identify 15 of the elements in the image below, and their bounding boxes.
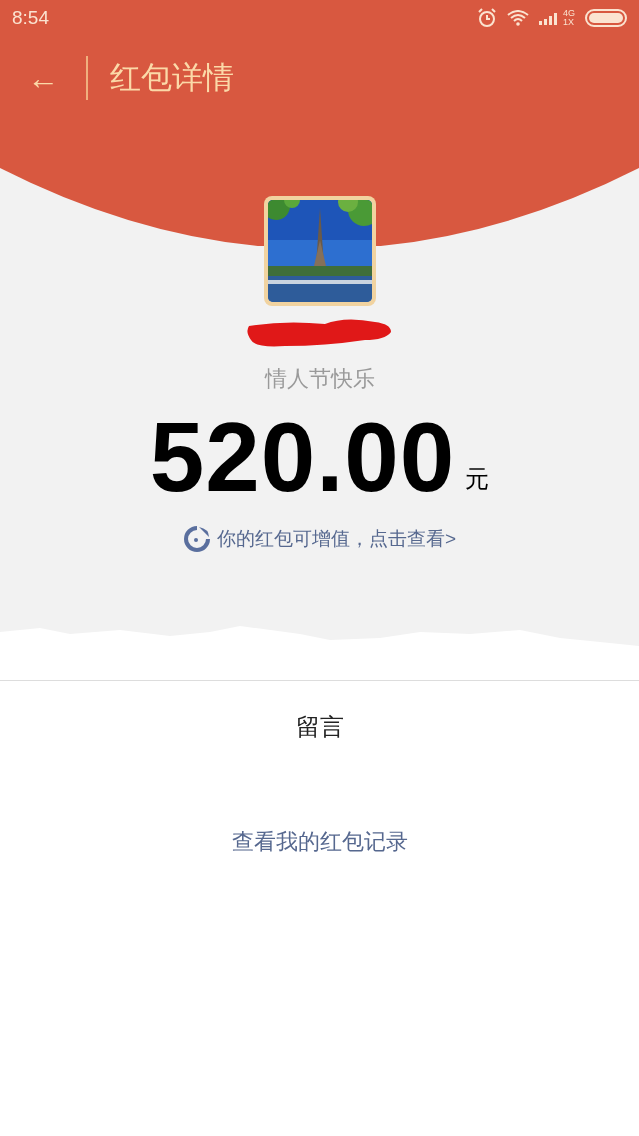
promo-link[interactable]: 你的红包可增值，点击查看> — [216, 525, 457, 554]
amount-value: 520.00 — [149, 407, 456, 507]
page-title: 红包详情 — [110, 58, 234, 97]
status-time: 8:54 — [12, 5, 49, 30]
amount-unit: 元 — [465, 464, 490, 494]
back-button[interactable]: ← — [0, 54, 86, 102]
signal-icon — [539, 11, 559, 25]
records-link[interactable]: 查看我的红包记录 — [231, 825, 408, 858]
greeting-text: 情人节快乐 — [264, 365, 375, 393]
network-type: 1X — [563, 18, 575, 27]
battery-icon — [585, 9, 627, 27]
wifi-icon — [507, 10, 529, 26]
section-title: 留言 — [295, 712, 344, 742]
network-type: 4G — [563, 9, 575, 18]
alarm-icon — [477, 8, 497, 28]
